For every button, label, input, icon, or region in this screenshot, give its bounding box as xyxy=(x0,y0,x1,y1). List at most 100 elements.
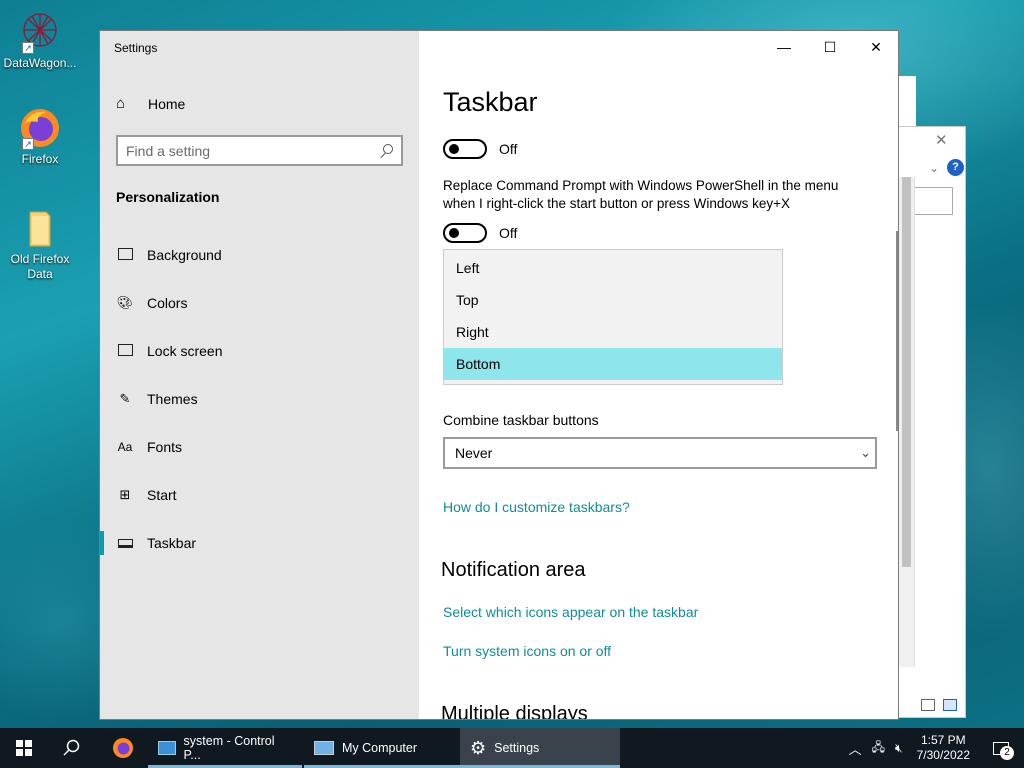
search-input[interactable] xyxy=(126,142,379,159)
home-nav-item[interactable]: ⌂ Home xyxy=(116,95,185,112)
powershell-toggle-row: Off xyxy=(443,223,517,243)
taskbar-app-control-panel[interactable]: system - Control P... xyxy=(148,728,302,768)
home-label: Home xyxy=(148,95,186,112)
computer-icon xyxy=(314,741,334,755)
sidebar-item-fonts[interactable]: Aa Fonts xyxy=(100,423,419,471)
sidebar-item-label: Themes xyxy=(147,391,198,407)
settings-sidebar: Settings ⌂ Home Personalization Backgrou… xyxy=(100,31,419,719)
sidebar-item-background[interactable]: Background xyxy=(100,231,419,279)
desktop-icon-label: DataWagon... xyxy=(3,56,77,70)
scroll-thumb[interactable] xyxy=(902,177,911,567)
palette-icon: 🎨︎ xyxy=(116,295,134,310)
view-details-icon[interactable] xyxy=(921,699,935,711)
search-box[interactable] xyxy=(116,135,403,166)
select-value: Never xyxy=(455,445,493,461)
personalization-nav: Background 🎨︎ Colors Lock screen ✎ Theme… xyxy=(100,231,419,567)
taskbar-location-dropdown[interactable]: Left Top Right Bottom xyxy=(443,249,783,385)
network-icon[interactable]: 🖧︎ xyxy=(868,738,889,759)
sidebar-item-lock-screen[interactable]: Lock screen xyxy=(100,327,419,375)
shortcut-arrow-icon: ↗ xyxy=(22,138,34,150)
taskbar-app-label: Settings xyxy=(494,741,540,755)
customize-taskbars-link[interactable]: How do I customize taskbars? xyxy=(443,499,630,515)
content-scrollbar[interactable] xyxy=(896,231,898,431)
sidebar-item-label: Taskbar xyxy=(147,535,197,551)
close-icon[interactable]: ✕ xyxy=(935,131,948,149)
desktop-icon-label: Old Firefox Data xyxy=(10,252,70,281)
dropdown-option-top[interactable]: Top xyxy=(444,284,782,316)
themes-icon: ✎ xyxy=(119,391,131,406)
clock-time: 1:57 PM xyxy=(920,733,966,747)
sidebar-item-label: Start xyxy=(147,487,177,503)
search-button[interactable] xyxy=(48,728,96,768)
volume-muted-icon[interactable]: 🔇︎ xyxy=(889,741,909,756)
scrollbar[interactable] xyxy=(899,177,915,667)
system-tray: ︿ 🖧︎ 🔇︎ 1:57 PM 7/30/2022 2 xyxy=(843,728,1024,768)
chevron-down-icon: ⌄ xyxy=(860,445,871,460)
select-icons-link[interactable]: Select which icons appear on the taskbar xyxy=(443,604,698,620)
taskbar-app-label: system - Control P... xyxy=(183,734,275,762)
windows-taskbar: system - Control P... My Computer ⚙ Sett… xyxy=(0,728,1024,768)
multiple-displays-heading: Multiple displays xyxy=(441,703,588,720)
help-icon[interactable]: ? xyxy=(947,159,964,176)
page-title: Taskbar xyxy=(443,87,538,117)
shortcut-arrow-icon: ↗ xyxy=(22,42,34,54)
toggle-switch[interactable] xyxy=(443,139,487,159)
settings-gear-icon: ⚙ xyxy=(470,737,487,758)
windows-logo-icon xyxy=(16,740,32,756)
settings-window: Settings ⌂ Home Personalization Backgrou… xyxy=(99,30,899,720)
dropdown-option-bottom[interactable]: Bottom xyxy=(444,348,782,380)
desktop-icon-firefox[interactable]: ↗ Firefox xyxy=(0,106,80,167)
chevron-down-icon[interactable]: ⌄ xyxy=(929,161,939,175)
address-field[interactable] xyxy=(913,187,953,215)
combine-buttons-select[interactable]: Never ⌄ xyxy=(443,437,877,469)
firefox-icon xyxy=(113,738,133,758)
sidebar-item-label: Colors xyxy=(147,295,188,311)
search-icon[interactable] xyxy=(379,143,393,158)
clock[interactable]: 1:57 PM 7/30/2022 xyxy=(909,733,978,763)
start-button[interactable] xyxy=(0,728,48,768)
taskbar-app-label: My Computer xyxy=(342,741,418,755)
action-center-button[interactable]: 2 xyxy=(978,728,1024,768)
sidebar-item-colors[interactable]: 🎨︎ Colors xyxy=(100,279,419,327)
notification-count-badge: 2 xyxy=(1000,746,1014,760)
dropdown-option-right[interactable]: Right xyxy=(444,316,782,348)
folder-icon xyxy=(18,206,62,250)
sidebar-item-label: Fonts xyxy=(147,439,183,455)
sidebar-item-label: Lock screen xyxy=(147,343,223,359)
dropdown-option-left[interactable]: Left xyxy=(444,252,782,284)
powershell-description: Replace Command Prompt with Windows Powe… xyxy=(443,178,839,211)
desktop-icon-label: Firefox xyxy=(21,152,59,166)
toggle-state-label: Off xyxy=(499,141,518,157)
background-icon xyxy=(116,247,134,263)
sidebar-item-taskbar[interactable]: Taskbar xyxy=(100,519,419,567)
datawagon-icon: ↗ xyxy=(18,10,62,54)
taskbar-icon xyxy=(116,536,134,551)
taskbar-app-my-computer[interactable]: My Computer xyxy=(304,728,460,768)
control-panel-icon xyxy=(158,741,176,755)
control-panel-window[interactable]: ✕ ⌄ ? xyxy=(898,126,966,718)
start-icon: ⊞ xyxy=(119,487,131,502)
home-icon: ⌂ xyxy=(116,95,126,112)
desktop-icon-datawagon[interactable]: ↗ DataWagon... xyxy=(0,10,80,71)
fonts-icon: Aa xyxy=(117,440,133,454)
combine-buttons-label: Combine taskbar buttons xyxy=(443,412,599,428)
toggle-state-label: Off xyxy=(499,225,518,241)
desktop-icon-old-firefox-data[interactable]: Old Firefox Data xyxy=(0,206,80,282)
clock-date: 7/30/2022 xyxy=(916,748,970,762)
taskbar-app-settings[interactable]: ⚙ Settings xyxy=(460,728,620,768)
lock-screen-icon xyxy=(116,343,134,359)
firefox-icon: ↗ xyxy=(18,106,62,150)
settings-content: Taskbar Off Replace Command Prompt with … xyxy=(419,31,898,720)
sidebar-item-themes[interactable]: ✎ Themes xyxy=(100,375,419,423)
notification-area-heading: Notification area xyxy=(441,559,586,581)
sidebar-item-label: Background xyxy=(147,247,222,263)
system-icons-link[interactable]: Turn system icons on or off xyxy=(443,643,611,659)
firefox-taskbar-button[interactable] xyxy=(98,728,148,768)
powershell-toggle-switch[interactable] xyxy=(443,223,487,243)
search-icon xyxy=(63,739,80,756)
window-title: Settings xyxy=(114,41,158,55)
sidebar-item-start[interactable]: ⊞ Start xyxy=(100,471,419,519)
section-heading: Personalization xyxy=(116,189,220,205)
view-tiles-icon[interactable] xyxy=(943,699,957,711)
chevron-up-icon[interactable]: ︿ xyxy=(843,739,868,758)
